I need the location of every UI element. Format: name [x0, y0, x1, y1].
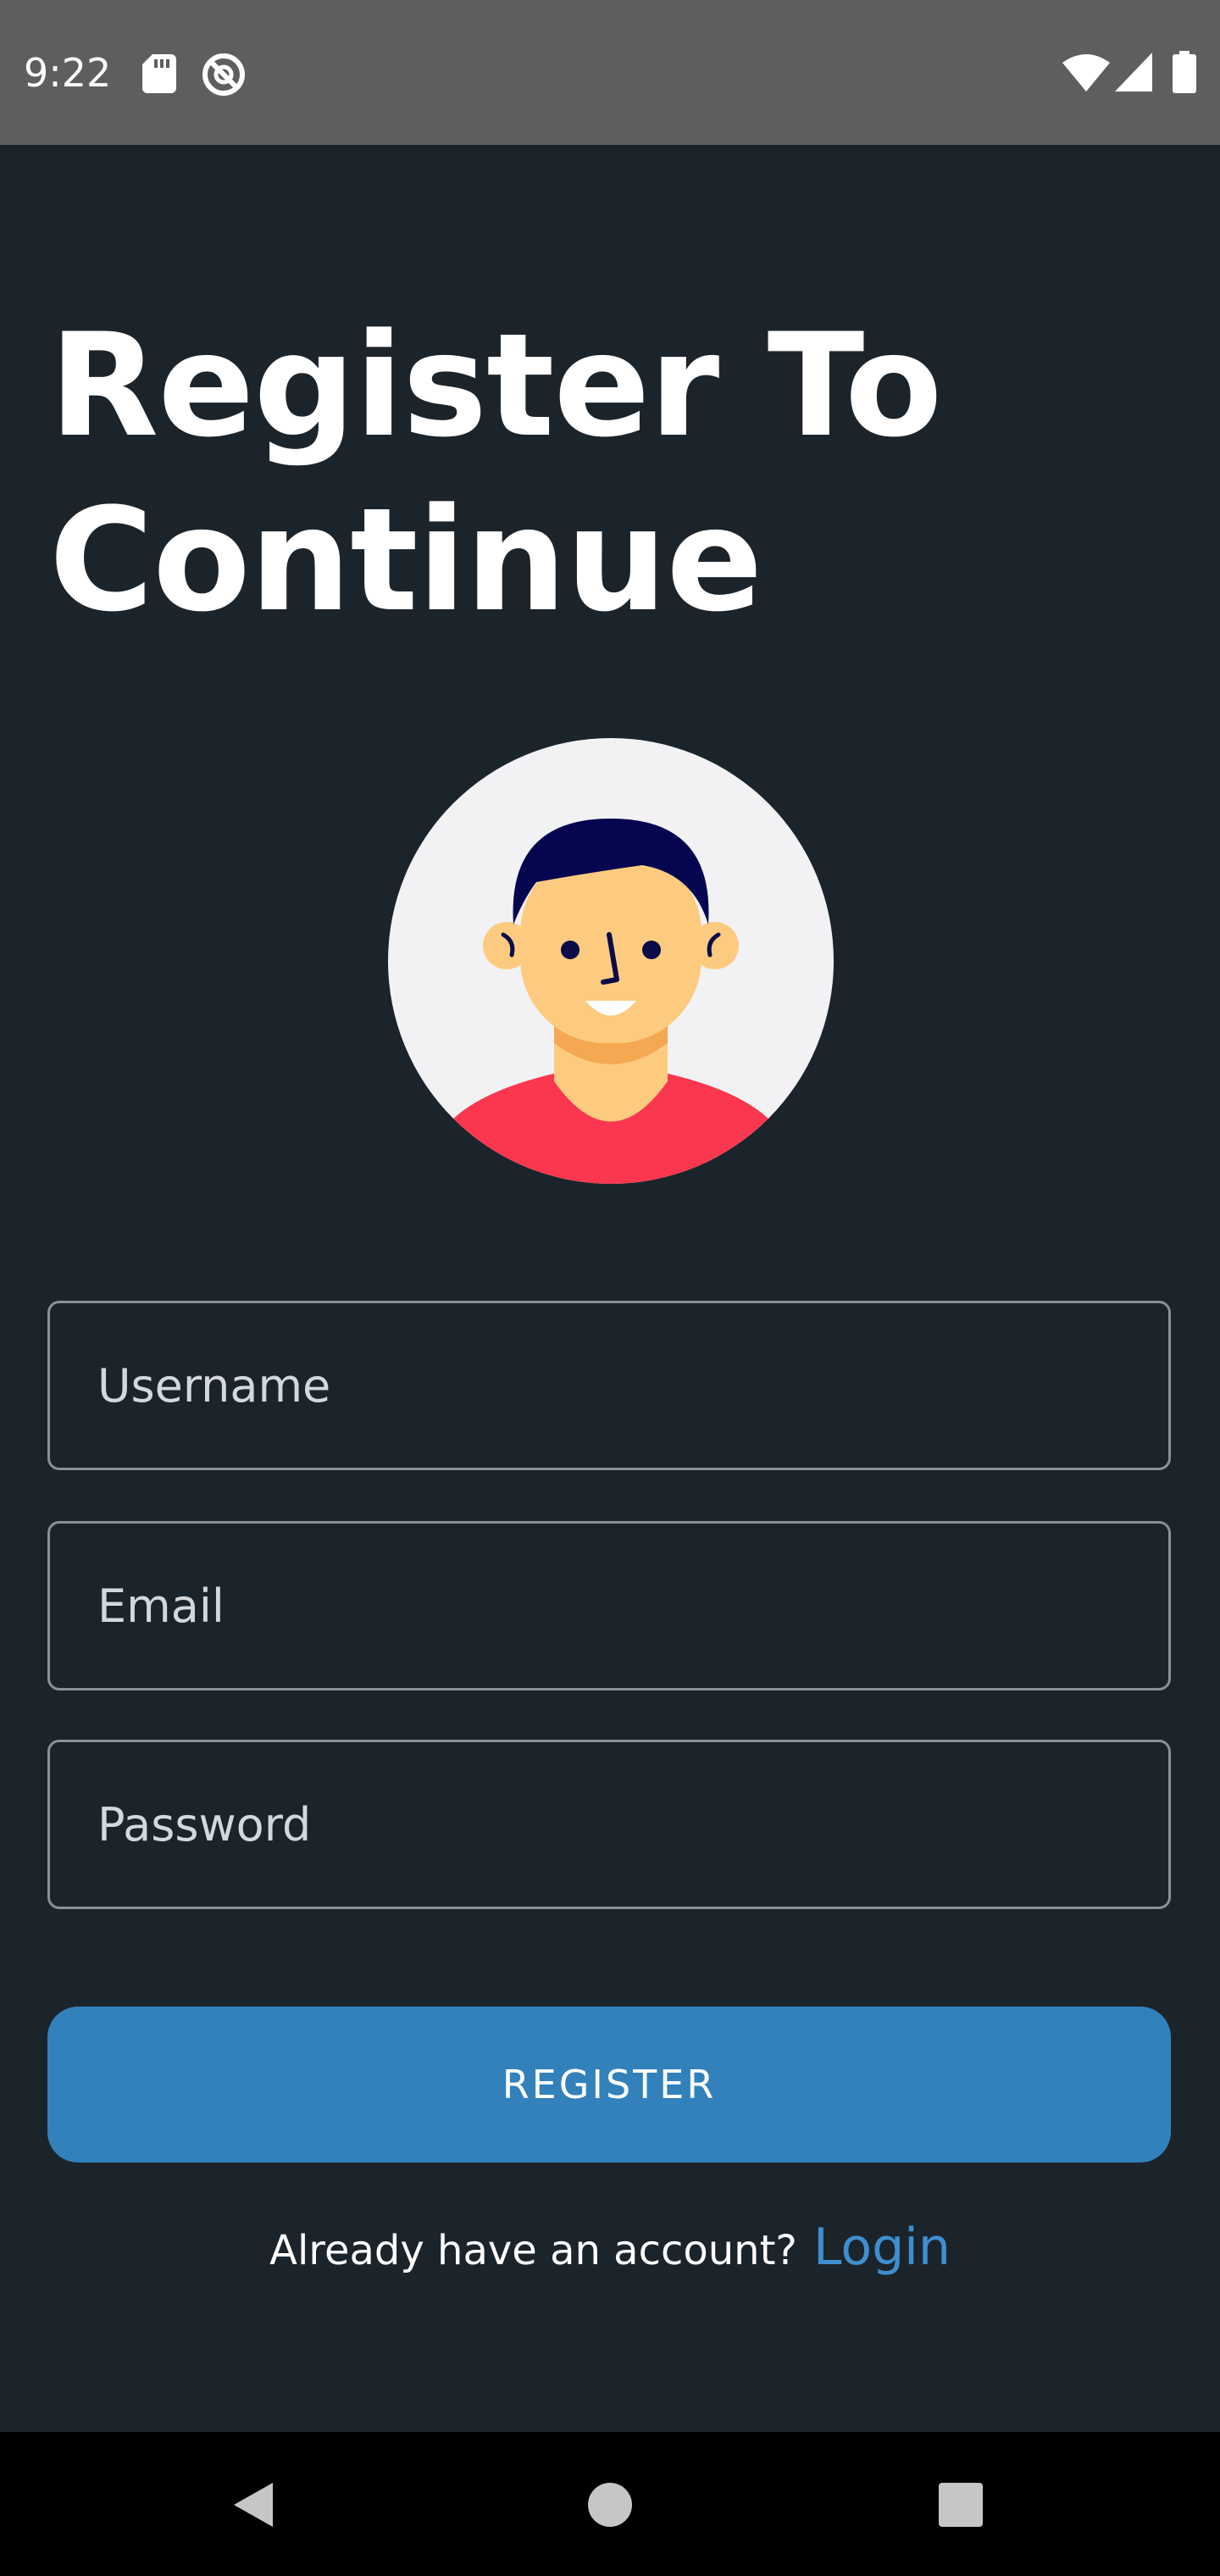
- status-time: 9:22: [24, 50, 112, 96]
- back-icon[interactable]: [230, 2481, 278, 2529]
- do-not-disturb-icon: [202, 53, 245, 96]
- email-field[interactable]: [47, 1521, 1171, 1690]
- register-button[interactable]: REGISTER: [47, 2007, 1171, 2162]
- status-bar: 9:22: [0, 0, 1220, 145]
- login-prompt-text: Already have an account?: [269, 2227, 797, 2274]
- recents-icon[interactable]: [939, 2483, 983, 2527]
- username-input[interactable]: [50, 1303, 1168, 1468]
- battery-icon: [1173, 51, 1196, 93]
- login-prompt-row: Already have an account? Login: [0, 2213, 1220, 2294]
- register-screen: 9:22 Register To Continue Username Email…: [0, 0, 1220, 2576]
- cell-signal-icon: [1115, 53, 1152, 92]
- page-title-line-2: Continue: [49, 477, 762, 643]
- avatar: [388, 738, 834, 1184]
- password-field[interactable]: [47, 1740, 1171, 1909]
- password-input[interactable]: [50, 1742, 1168, 1907]
- page-title-line-1: Register To: [49, 303, 942, 469]
- sd-card-icon: [142, 54, 176, 93]
- email-input[interactable]: [50, 1524, 1168, 1688]
- login-link[interactable]: Login: [813, 2218, 951, 2277]
- home-icon[interactable]: [586, 2481, 634, 2529]
- wifi-icon: [1062, 54, 1110, 92]
- username-field[interactable]: [47, 1301, 1171, 1470]
- page-title: Register To Continue: [49, 298, 1167, 647]
